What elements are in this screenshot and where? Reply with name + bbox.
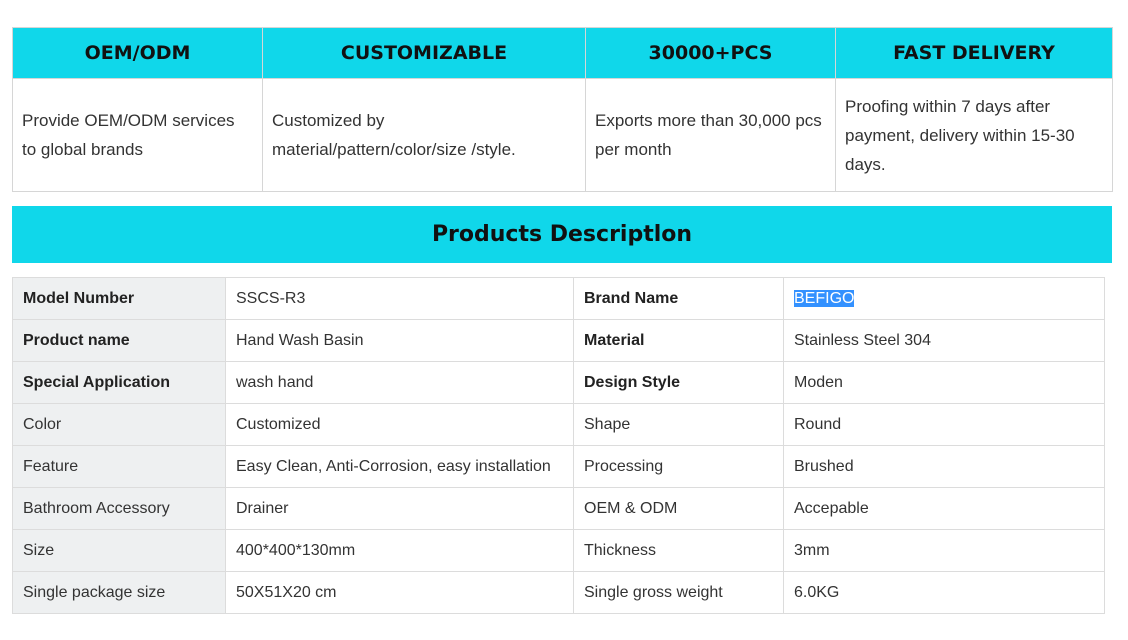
spec-label: Model Number [12,277,226,320]
spec-label: Color [12,403,226,446]
features-table: OEM/ODM CUSTOMIZABLE 30000+PCS FAST DELI… [12,27,1113,192]
products-description-banner: Products Descriptlon [12,206,1112,263]
features-header-row: OEM/ODM CUSTOMIZABLE 30000+PCS FAST DELI… [12,27,1113,79]
spec-value: wash hand [225,361,574,404]
spec-label: Product name [12,319,226,362]
table-row: Feature Easy Clean, Anti-Corrosion, easy … [12,445,1105,488]
spec-label: Design Style [573,361,784,404]
spec-label: Single gross weight [573,571,784,614]
banner-title: Products Descriptlon [431,222,693,247]
spec-value: 50X51X20 cm [225,571,574,614]
feature-header-oem: OEM/ODM [12,27,263,79]
feature-header-customizable: CUSTOMIZABLE [262,27,586,79]
selected-text[interactable]: BEFIGO [794,289,855,307]
spec-label: Special Application [12,361,226,404]
table-row: Single package size 50X51X20 cm Single gro… [12,571,1105,614]
spec-value: Drainer [225,487,574,530]
spec-label: Thickness [573,529,784,572]
spec-label: Feature [12,445,226,488]
spec-label: Brand Name [573,277,784,320]
table-row: Size 400*400*130mm Thickness 3mm [12,529,1105,572]
spec-value: 400*400*130mm [225,529,574,572]
spec-value: Easy Clean, Anti-Corrosion, easy install… [225,445,574,488]
feature-header-delivery: FAST DELIVERY [835,27,1113,79]
table-row: Product name Hand Wash Basin Material Stain… [12,319,1105,362]
feature-text-customizable: Customized by material/pattern/color/siz… [262,78,586,192]
spec-value: SSCS-R3 [225,277,574,320]
table-row: Model Number SSCS-R3 Brand Name BEFIGO [12,277,1105,320]
spec-value: Stainless Steel 304 [783,319,1105,362]
table-row: Bathroom Accessory Drainer OEM & ODM Accepa… [12,487,1105,530]
spec-label: Shape [573,403,784,446]
spec-label: Size [12,529,226,572]
feature-header-capacity: 30000+PCS [585,27,836,79]
feature-text-oem: Provide OEM/ODM services to global brand… [12,78,263,192]
spec-label: Processing [573,445,784,488]
spec-value: Round [783,403,1105,446]
spec-value: Brushed [783,445,1105,488]
spec-table-body: Model Number SSCS-R3 Brand Name BEFIGO Produ… [12,277,1105,614]
spec-value: Customized [225,403,574,446]
spec-label: Bathroom Accessory [12,487,226,530]
spec-value: Hand Wash Basin [225,319,574,362]
spec-value: BEFIGO [783,277,1105,320]
feature-text-capacity: Exports more than 30,000 pcs per month [585,78,836,192]
features-body-row: Provide OEM/ODM services to global brand… [12,78,1113,192]
feature-text-delivery: Proofing within 7 days after payment, de… [835,78,1113,192]
table-row: Special Application wash hand Design Style… [12,361,1105,404]
spec-label: Single package size [12,571,226,614]
spec-value: Accepable [783,487,1105,530]
spec-value: 3mm [783,529,1105,572]
table-row: Color Customized Shape Round [12,403,1105,446]
spec-label: Material [573,319,784,362]
spec-value: Moden [783,361,1105,404]
spec-value: 6.0KG [783,571,1105,614]
spec-table: Model Number SSCS-R3 Brand Name BEFIGO Produ… [12,277,1105,614]
spec-label: OEM & ODM [573,487,784,530]
